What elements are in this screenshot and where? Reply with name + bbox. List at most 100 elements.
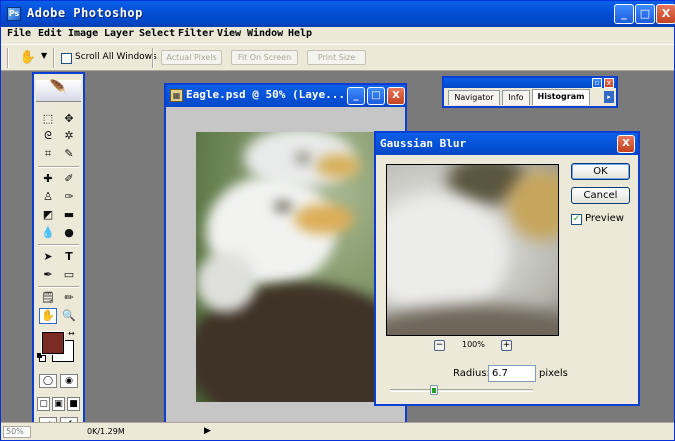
dialog-close-button[interactable]: X — [617, 135, 635, 153]
zoom-out-button[interactable]: − — [434, 340, 445, 351]
ok-button[interactable]: OK — [571, 163, 630, 180]
panel-close-button[interactable]: x — [604, 78, 614, 88]
blur-preview[interactable] — [386, 164, 559, 336]
print-size-button[interactable]: Print Size — [307, 50, 366, 65]
history-brush-tool-icon[interactable]: ✑ — [60, 189, 78, 205]
brush-tool-icon[interactable]: ✐ — [60, 171, 78, 187]
dodge-tool-icon[interactable]: ● — [60, 225, 78, 241]
scroll-all-windows-label[interactable]: Scroll All Windows — [75, 52, 157, 62]
path-selection-tool-icon[interactable]: ➤ — [39, 249, 57, 265]
tool-preset-dropdown-icon[interactable]: ▼ — [41, 51, 47, 60]
eagle-image[interactable] — [196, 132, 396, 402]
eraser-tool-icon[interactable]: ◩ — [39, 207, 57, 223]
app-title: Adobe Photoshop — [27, 6, 143, 20]
type-tool-icon[interactable]: T — [60, 249, 78, 265]
document-maximize-button[interactable]: □ — [367, 87, 385, 105]
tab-histogram[interactable]: Histogram — [532, 89, 590, 105]
gaussian-blur-dialog: Gaussian Blur X − 100% + OK Cancel ✓ Pre… — [374, 131, 640, 406]
status-menu-arrow-icon[interactable]: ▶ — [204, 426, 211, 436]
document-title-bar[interactable]: ▦ Eagle.psd @ 50% (Laye... _ □ X — [166, 85, 405, 107]
document-icon: ▦ — [170, 89, 183, 102]
document-minimize-button[interactable]: _ — [347, 87, 365, 105]
menu-bar: File Edit Image Layer Select Filter View… — [1, 27, 674, 44]
radius-input[interactable]: 6.7 — [488, 365, 536, 382]
dialog-title: Gaussian Blur — [380, 137, 467, 150]
options-divider — [152, 48, 154, 68]
full-screen-mode-icon[interactable]: ■ — [67, 397, 80, 411]
foreground-color-swatch[interactable] — [41, 331, 65, 355]
toolbox: 🪶 ⬚ ✥ ᘓ ✲ ⌗ ✎ ✚ ✐ ♙ ✑ ◩ ▬ 💧 ● ➤ T ✒ ▭ 🗒 … — [32, 72, 85, 438]
radius-label: Radius: — [453, 368, 490, 379]
tab-info[interactable]: Info — [502, 90, 530, 105]
menu-view[interactable]: View — [217, 28, 241, 39]
zoom-tool-icon[interactable]: 🔍 — [60, 308, 78, 324]
radius-unit: pixels — [539, 368, 568, 379]
menu-filter[interactable]: Filter — [178, 28, 214, 39]
hand-tool-icon[interactable]: ✋ — [39, 308, 57, 324]
cancel-button[interactable]: Cancel — [571, 187, 630, 204]
menu-window[interactable]: Window — [247, 28, 283, 39]
tab-navigator[interactable]: Navigator — [448, 90, 500, 105]
eyedropper-tool-icon[interactable]: ✏ — [60, 290, 78, 306]
preview-checkbox[interactable]: ✓ — [571, 214, 582, 225]
zoom-field[interactable]: 50% — [3, 426, 31, 438]
clone-stamp-tool-icon[interactable]: ♙ — [39, 189, 57, 205]
magic-wand-tool-icon[interactable]: ✲ — [60, 128, 78, 144]
menu-layer[interactable]: Layer — [104, 28, 134, 39]
navigator-panel: ▫ x Navigator Info Histogram ▸ — [442, 76, 618, 108]
blur-tool-icon[interactable]: 💧 — [39, 225, 57, 241]
panel-title-bar[interactable]: ▫ x — [444, 78, 616, 88]
title-bar[interactable]: Ps Adobe Photoshop _ □ X — [1, 1, 675, 27]
dialog-title-bar[interactable]: Gaussian Blur X — [376, 133, 638, 155]
options-bar: ✋ ▼ Scroll All Windows Actual Pixels Fit… — [1, 44, 674, 71]
notes-tool-icon[interactable]: 🗒 — [39, 290, 57, 306]
radius-slider-thumb[interactable] — [430, 385, 438, 395]
panel-minimize-button[interactable]: ▫ — [592, 78, 602, 88]
minimize-button[interactable]: _ — [614, 4, 634, 24]
maximize-button[interactable]: □ — [635, 4, 655, 24]
hand-tool-icon[interactable]: ✋ — [17, 49, 39, 67]
swap-colors-icon[interactable]: ↔ — [68, 329, 75, 338]
document-close-button[interactable]: X — [387, 87, 405, 105]
document-window: ▦ Eagle.psd @ 50% (Laye... _ □ X — [164, 83, 407, 436]
status-bar: 50% 0K/1.29M ▶ — [1, 422, 674, 440]
crop-tool-icon[interactable]: ⌗ — [39, 146, 57, 162]
slice-tool-icon[interactable]: ✎ — [60, 146, 78, 162]
default-colors-icon[interactable] — [37, 353, 46, 362]
move-tool-icon[interactable]: ✥ — [60, 111, 78, 127]
toolbox-divider — [38, 244, 79, 246]
menu-edit[interactable]: Edit — [38, 28, 62, 39]
fit-on-screen-button[interactable]: Fit On Screen — [231, 50, 298, 65]
shape-tool-icon[interactable]: ▭ — [60, 267, 78, 283]
toolbox-divider — [38, 166, 79, 168]
menu-select[interactable]: Select — [139, 28, 175, 39]
preview-label[interactable]: Preview — [585, 213, 624, 224]
marquee-tool-icon[interactable]: ⬚ — [39, 111, 57, 127]
document-size: 0K/1.29M — [87, 427, 125, 436]
actual-pixels-button[interactable]: Actual Pixels — [161, 50, 222, 65]
lasso-tool-icon[interactable]: ᘓ — [39, 128, 57, 144]
menu-file[interactable]: File — [7, 28, 31, 39]
radius-slider-track[interactable] — [390, 389, 533, 392]
close-button[interactable]: X — [656, 4, 675, 24]
options-grip[interactable] — [7, 48, 9, 68]
document-title: Eagle.psd @ 50% (Laye... — [186, 88, 345, 101]
pen-tool-icon[interactable]: ✒ — [39, 267, 57, 283]
options-divider — [53, 48, 55, 68]
toolbox-divider — [38, 286, 79, 288]
zoom-level: 100% — [462, 340, 485, 349]
photoshop-window: Ps Adobe Photoshop _ □ X File Edit Image… — [0, 0, 675, 441]
standard-mode-icon[interactable]: ◯ — [39, 374, 57, 388]
full-screen-menu-mode-icon[interactable]: ▣ — [52, 397, 65, 411]
standard-screen-mode-icon[interactable]: ▢ — [37, 397, 50, 411]
gradient-tool-icon[interactable]: ▬ — [60, 207, 78, 223]
menu-image[interactable]: Image — [68, 28, 98, 39]
panel-menu-button[interactable]: ▸ — [604, 91, 614, 103]
zoom-in-button[interactable]: + — [501, 340, 512, 351]
healing-brush-tool-icon[interactable]: ✚ — [39, 171, 57, 187]
adobe-feather-logo[interactable]: 🪶 — [36, 80, 81, 102]
quick-mask-mode-icon[interactable]: ◉ — [60, 374, 78, 388]
app-icon: Ps — [7, 7, 21, 21]
menu-help[interactable]: Help — [288, 28, 312, 39]
scroll-all-windows-checkbox[interactable] — [61, 53, 72, 64]
